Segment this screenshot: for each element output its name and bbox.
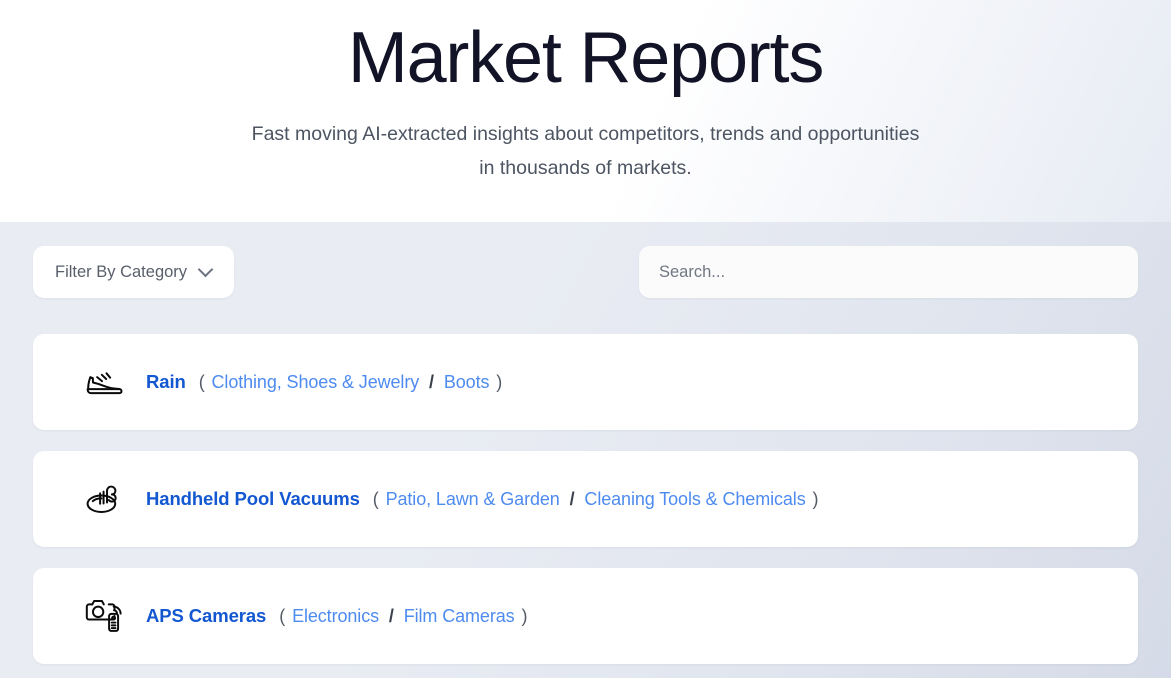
report-row-text: APS Cameras ( Electronics / Film Cameras…: [146, 605, 527, 627]
search-field-wrapper: [639, 246, 1138, 298]
report-row[interactable]: Handheld Pool Vacuums ( Patio, Lawn & Ga…: [33, 451, 1138, 547]
page-subtitle: Fast moving AI-extracted insights about …: [226, 101, 946, 185]
page-title: Market Reports: [347, 18, 825, 98]
breadcrumb-subcategory-link[interactable]: Boots: [442, 372, 492, 392]
breadcrumb-separator: /: [429, 372, 434, 392]
report-breadcrumb: ( Clothing, Shoes & Jewelry / Boots ): [198, 372, 503, 393]
report-results-list: Rain ( Clothing, Shoes & Jewelry / Boots…: [33, 334, 1138, 664]
report-row-text: Handheld Pool Vacuums ( Patio, Lawn & Ga…: [146, 488, 819, 510]
breadcrumb-separator: /: [569, 489, 575, 509]
camera-remote-icon: [82, 594, 126, 638]
page-subtitle-line-2: in thousands of markets.: [479, 156, 692, 179]
page-header: Market Reports Fast moving AI-extracted …: [0, 0, 1171, 222]
breadcrumb-subcategory-link[interactable]: Film Cameras: [402, 606, 517, 626]
filter-by-category-button[interactable]: Filter By Category: [33, 246, 235, 298]
reports-content-area: Filter By Category Search... Rain (Clot…: [0, 222, 1171, 678]
breadcrumb-category-link[interactable]: Electronics: [290, 606, 381, 626]
report-row[interactable]: APS Cameras ( Electronics / Film Cameras…: [33, 568, 1138, 664]
breadcrumb-subcategory-link[interactable]: Cleaning Tools & Chemicals: [582, 489, 807, 509]
report-name-link[interactable]: APS Cameras: [146, 605, 266, 627]
pool-vacuum-icon: [82, 477, 126, 521]
breadcrumb-close-paren: ): [812, 489, 819, 509]
page-subtitle-line-1: Fast moving AI-extracted insights about …: [251, 122, 920, 145]
controls-bar: Filter By Category: [33, 222, 1138, 298]
filter-by-category-label: Filter By Category: [55, 262, 188, 281]
market-reports-page: Market Reports Fast moving AI-extracted …: [0, 0, 1171, 678]
report-breadcrumb: ( Electronics / Film Cameras ): [279, 606, 527, 627]
breadcrumb-open-paren: (: [372, 489, 379, 509]
breadcrumb-separator: /: [388, 606, 394, 626]
breadcrumb-category-link[interactable]: Clothing, Shoes & Jewelry: [210, 372, 422, 392]
chevron-down-icon: [199, 264, 212, 277]
breadcrumb-open-paren: (: [279, 606, 286, 626]
report-name-link[interactable]: Handheld Pool Vacuums: [146, 488, 360, 510]
report-row-text: Rain ( Clothing, Shoes & Jewelry / Boots…: [146, 371, 502, 393]
breadcrumb-close-paren: ): [496, 372, 503, 392]
report-breadcrumb: ( Patio, Lawn & Garden / Cleaning Tools …: [373, 489, 819, 510]
report-name-link[interactable]: Rain: [146, 371, 186, 393]
sneaker-icon: [82, 360, 126, 404]
breadcrumb-open-paren: (: [198, 372, 205, 392]
search-input[interactable]: [639, 246, 1138, 298]
breadcrumb-close-paren: ): [521, 606, 528, 626]
report-row[interactable]: Rain ( Clothing, Shoes & Jewelry / Boots…: [33, 334, 1138, 430]
breadcrumb-category-link[interactable]: Patio, Lawn & Garden: [384, 489, 562, 509]
